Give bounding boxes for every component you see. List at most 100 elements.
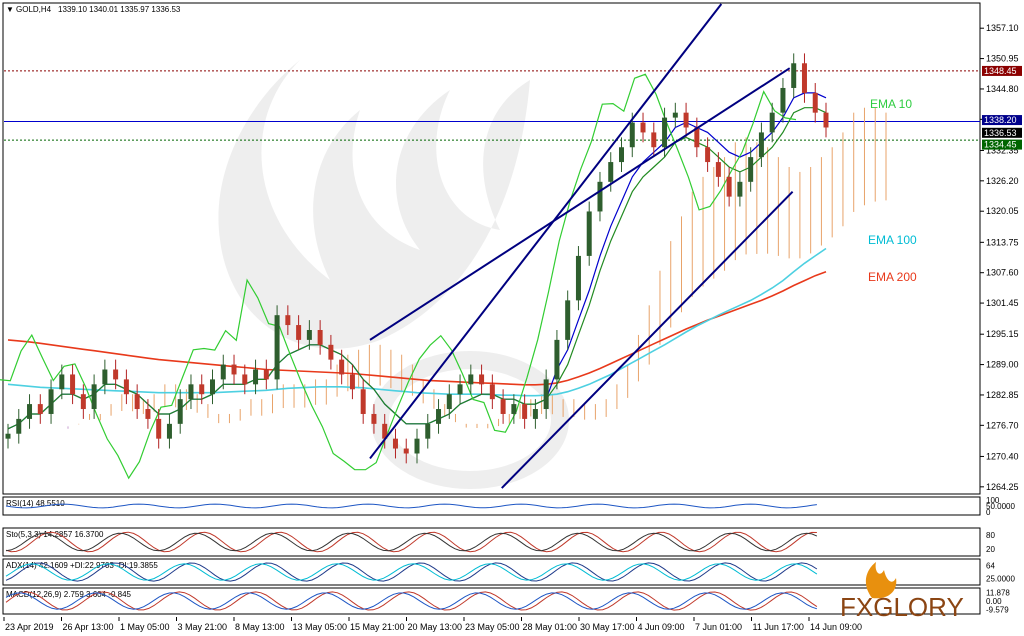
candle-body (511, 404, 517, 414)
price-tick-label: 1326.20 (986, 176, 1019, 186)
price-tick-label: 1313.75 (986, 237, 1019, 247)
candle-body (791, 63, 797, 88)
indicator-pane (2, 527, 981, 557)
time-tick-label: 23 May 05:00 (465, 622, 520, 632)
price-tag-label: 1338.20 (984, 115, 1017, 125)
candle-body (27, 404, 33, 419)
indicator-level-label: 0 (986, 508, 991, 517)
candle-body (210, 379, 215, 395)
candle-body (285, 315, 291, 326)
candle-body (360, 389, 366, 414)
candle-body (220, 364, 226, 380)
indicator-level-label: 25.0000 (986, 575, 1015, 584)
candle-body (113, 369, 119, 380)
candle-body (328, 344, 334, 360)
candle-body (586, 211, 592, 256)
candle-body (812, 92, 818, 113)
time-tick-label: 1 May 05:00 (120, 622, 170, 632)
candle-body (253, 369, 259, 385)
time-axis: 23 Apr 2019 26 Apr 13:00 1 May 05:00 3 May … (3, 617, 862, 632)
time-tick-label: 7 Jun 01:00 (695, 622, 742, 632)
price-tick-label: 1350.95 (986, 54, 1019, 64)
candle-body (651, 132, 657, 148)
watermark-logo (218, 60, 569, 489)
candle-body (737, 181, 743, 197)
candle-body (5, 433, 11, 439)
indicator-pane (2, 587, 981, 615)
candle-body (16, 418, 22, 434)
indicator-header: Sto(5,3,3) 14.2857 16.3700 (6, 530, 104, 539)
time-tick-label: 26 Apr 13:00 (63, 622, 114, 632)
header-arrow-icon: ▼ (6, 5, 14, 14)
ema-label: EMA 100 (868, 233, 917, 247)
price-tick-label: 1357.10 (986, 23, 1019, 33)
candle-body (349, 374, 355, 390)
indicator-header: RSI(14) 48.5510 (6, 499, 65, 508)
candle-body (123, 379, 129, 395)
candle-body (403, 448, 409, 454)
candle-body (726, 176, 732, 197)
candle-body (414, 438, 420, 454)
candle-body (662, 117, 668, 148)
price-tick-label: 1276.70 (986, 420, 1019, 430)
candle-body (296, 325, 302, 340)
price-tick-label: 1301.45 (986, 298, 1019, 308)
price-tick-label: 1282.85 (986, 390, 1019, 400)
candle-body (758, 132, 764, 158)
price-tag-label: 1348.45 (984, 66, 1017, 76)
indicator-signal-line (5, 532, 818, 552)
candle-body (48, 389, 54, 414)
candle-body (748, 157, 754, 182)
candle-body (425, 423, 431, 439)
candle-body (80, 394, 86, 410)
time-tick-label: 14 Jun 09:00 (810, 622, 862, 632)
time-tick-label: 15 May 21:00 (350, 622, 405, 632)
candle-body (371, 413, 377, 424)
candle-body (37, 404, 43, 414)
candle-body (188, 384, 194, 400)
channel-line (501, 190, 794, 489)
indicator-level-label: -9.579 (986, 606, 1009, 615)
candle-body (339, 359, 345, 375)
candle-body (565, 300, 571, 340)
time-tick-label: 20 May 13:00 (408, 622, 463, 632)
price-tick-label: 1295.15 (986, 329, 1019, 339)
indicator-level-label: 20 (986, 545, 995, 554)
candle-body (479, 374, 485, 385)
candle-body (801, 63, 807, 93)
candle-body (468, 374, 474, 385)
candle-body (274, 315, 280, 380)
candle-body (619, 147, 624, 163)
candle-body (306, 330, 312, 340)
brand-logo: FXGLORY (840, 562, 964, 622)
candle-body (134, 394, 140, 410)
price-axis: 1357.101350.951344.801338.651332.351326.… (980, 23, 1019, 492)
time-tick-label: 11 Jun 17:00 (753, 622, 804, 632)
candle-body (231, 364, 237, 375)
indicator-level-label: 11.878 (986, 588, 1010, 597)
indicator-pane (2, 496, 981, 516)
ohlc-label: 1339.10 1340.01 1335.97 1336.53 (58, 5, 181, 14)
candle-body (59, 374, 65, 390)
candle-body (543, 379, 549, 410)
brand-text: FXGLORY (840, 592, 964, 622)
candle-body (575, 255, 581, 301)
price-tag-label: 1334.45 (984, 140, 1017, 150)
candle-body (145, 409, 151, 419)
price-tick-label: 1264.25 (986, 482, 1019, 492)
candle-body (70, 374, 76, 395)
candle-body (199, 384, 205, 395)
candle-body (715, 162, 721, 177)
time-tick-label: 4 Jun 09:00 (638, 622, 685, 632)
candle-body (317, 330, 323, 345)
main-pane (2, 2, 981, 495)
candle-body (554, 339, 560, 380)
time-tick-label: 28 May 01:00 (523, 622, 578, 632)
gold-h4-chart[interactable]: 1357.101350.951344.801338.651332.351326.… (0, 0, 1024, 636)
candle-body (91, 384, 97, 410)
candle-body (489, 384, 495, 400)
candle-body (597, 181, 603, 212)
candle-body (102, 369, 108, 385)
time-tick-label: 8 May 13:00 (235, 622, 285, 632)
candle-body (823, 112, 829, 128)
